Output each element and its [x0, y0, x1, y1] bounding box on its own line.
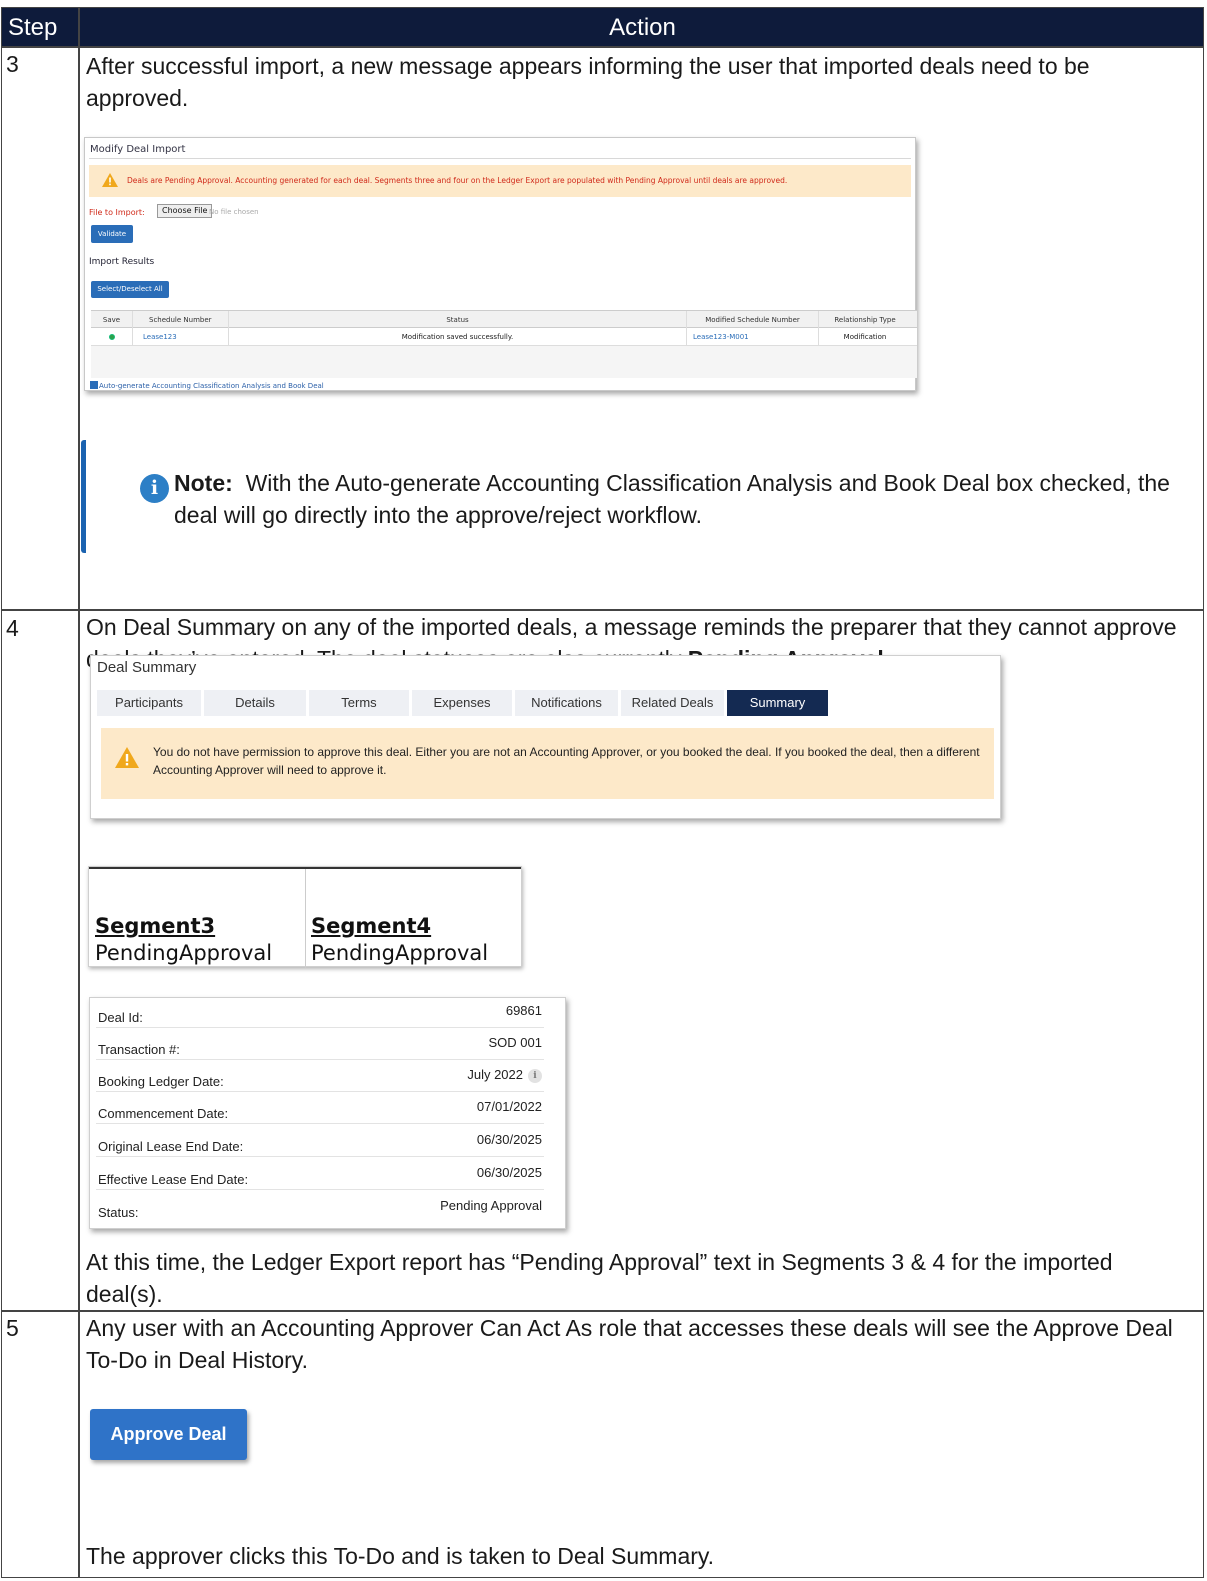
validate-button[interactable]: Validate	[91, 225, 133, 243]
status-label: Status:	[98, 1205, 139, 1220]
original-end-date-row: Original Lease End Date: 06/30/2025	[96, 1128, 544, 1157]
tab-terms[interactable]: Terms	[309, 690, 409, 716]
import-results-title: Import Results	[89, 257, 155, 267]
tab-notifications[interactable]: Notifications	[515, 690, 618, 716]
no-file-chosen-text: No file chosen	[209, 208, 259, 216]
transaction-value: SOD 001	[488, 1035, 542, 1050]
step-number-4: 4	[6, 615, 19, 641]
deal-id-value: 69861	[505, 1003, 542, 1018]
save-radio-cell	[91, 328, 133, 346]
info-icon[interactable]: i	[528, 1069, 542, 1083]
commencement-date-label: Commencement Date:	[98, 1106, 229, 1121]
note-text: Note: With the Auto-generate Accounting …	[174, 467, 1184, 531]
info-circle-icon: i	[140, 474, 169, 503]
segment3-value: PendingApproval	[95, 941, 273, 965]
note-accent-bar	[81, 440, 86, 553]
table-row: Lease123 Modification saved successfully…	[91, 328, 917, 346]
deal-details-screenshot: Deal Id: 69861 Transaction #: SOD 001 Bo…	[89, 997, 566, 1229]
ledger-segments-screenshot: Segment3 Segment4 PendingApproval Pendin…	[88, 866, 522, 968]
effective-end-date-label: Effective Lease End Date:	[98, 1172, 249, 1187]
status-cell: Modification saved successfully.	[229, 328, 687, 346]
table-header: Step Action	[2, 8, 1203, 46]
column-header-save: Save	[91, 311, 133, 329]
row-divider	[2, 46, 1203, 48]
transaction-label: Transaction #:	[98, 1042, 180, 1057]
file-to-import-label: File to Import:	[89, 208, 145, 217]
deal-summary-title: Deal Summary	[97, 659, 197, 676]
commencement-date-row: Commencement Date: 07/01/2022	[96, 1095, 544, 1124]
effective-end-date-value: 06/30/2025	[476, 1165, 542, 1180]
tab-participants[interactable]: Participants	[97, 690, 201, 716]
approve-deal-button[interactable]: Approve Deal	[90, 1409, 247, 1460]
step5-after-text: The approver clicks this To-Do and is ta…	[86, 1543, 715, 1569]
permission-warning-text: You do not have permission to approve th…	[153, 745, 980, 777]
original-end-date-value: 06/30/2025	[476, 1132, 542, 1147]
column-header-schedule-number[interactable]: Schedule Number	[133, 311, 229, 329]
booking-ledger-date-value: July 2022	[467, 1067, 523, 1082]
booking-ledger-date-label: Booking Ledger Date:	[98, 1074, 224, 1089]
relationship-cell: Modification	[843, 333, 887, 341]
booking-ledger-date-row: Booking Ledger Date: July 2022 i	[96, 1063, 544, 1092]
segment4-header: Segment4	[311, 914, 432, 938]
warning-message: Deals are Pending Approval. Accounting g…	[127, 176, 788, 185]
segment4-value: PendingApproval	[311, 941, 489, 965]
permission-warning: You do not have permission to approve th…	[101, 728, 994, 799]
effective-end-date-row: Effective Lease End Date: 06/30/2025	[96, 1161, 544, 1190]
table-header-row: Save Schedule Number Status Modified Sch…	[91, 310, 917, 329]
tab-expenses[interactable]: Expenses	[412, 690, 512, 716]
warning-triangle-icon	[115, 747, 139, 768]
step3-text: After successful import, a new message a…	[86, 53, 1090, 111]
choose-file-button[interactable]: Choose File	[157, 204, 213, 218]
column-header-status[interactable]: Status	[229, 311, 687, 329]
warning-triangle-icon	[102, 173, 118, 187]
tab-details[interactable]: Details	[204, 690, 306, 716]
original-end-date-label: Original Lease End Date:	[98, 1139, 244, 1154]
step-number-3: 3	[6, 51, 19, 77]
note-label: Note:	[174, 470, 233, 496]
modify-import-title: Modify Deal Import	[90, 144, 186, 155]
auto-generate-checkbox-row[interactable]: Auto-generate Accounting Classification …	[90, 381, 324, 390]
header-action: Action	[609, 14, 676, 41]
commencement-date-value: 07/01/2022	[476, 1099, 542, 1114]
segment3-header: Segment3	[95, 914, 216, 938]
deal-id-row: Deal Id: 69861	[96, 999, 544, 1028]
booking-ledger-date-value-wrap: July 2022 i	[467, 1067, 542, 1083]
tab-related-deals[interactable]: Related Deals	[621, 690, 724, 716]
auto-generate-label: Auto-generate Accounting Classification …	[99, 382, 324, 390]
status-value: Pending Approval	[440, 1198, 542, 1213]
column-header-modified-schedule: Modified Schedule Number	[687, 311, 819, 329]
schedule-number-link[interactable]: Lease123	[133, 328, 229, 346]
modified-schedule-link[interactable]: Lease123-M001	[687, 328, 819, 346]
save-radio[interactable]	[108, 334, 115, 340]
pending-approval-warning: Deals are Pending Approval. Accounting g…	[89, 165, 911, 197]
step5-text: Any user with an Accounting Approver Can…	[86, 1315, 1173, 1373]
step4-after-text: At this time, the Ledger Export report h…	[86, 1249, 1113, 1307]
divider	[89, 158, 911, 159]
segments-column-divider	[305, 869, 306, 968]
note-body: With the Auto-generate Accounting Classi…	[174, 470, 1170, 528]
tab-summary[interactable]: Summary	[727, 690, 828, 716]
step-number-5: 5	[6, 1315, 19, 1341]
deal-summary-screenshot: Deal Summary Participants Details Terms …	[90, 655, 1001, 819]
deal-id-label: Deal Id:	[98, 1010, 143, 1025]
select-deselect-all-button[interactable]: Select/Deselect All	[91, 281, 169, 298]
import-results-table: Save Schedule Number Status Modified Sch…	[91, 310, 917, 378]
modify-deal-import-screenshot: Modify Deal Import Deals are Pending App…	[84, 137, 917, 391]
status-row: Status: Pending Approval	[96, 1194, 544, 1223]
column-divider	[78, 8, 80, 1577]
checkbox-checked[interactable]	[90, 381, 98, 389]
column-header-relationship: Relationship Type	[834, 316, 896, 324]
transaction-row: Transaction #: SOD 001	[96, 1031, 544, 1060]
